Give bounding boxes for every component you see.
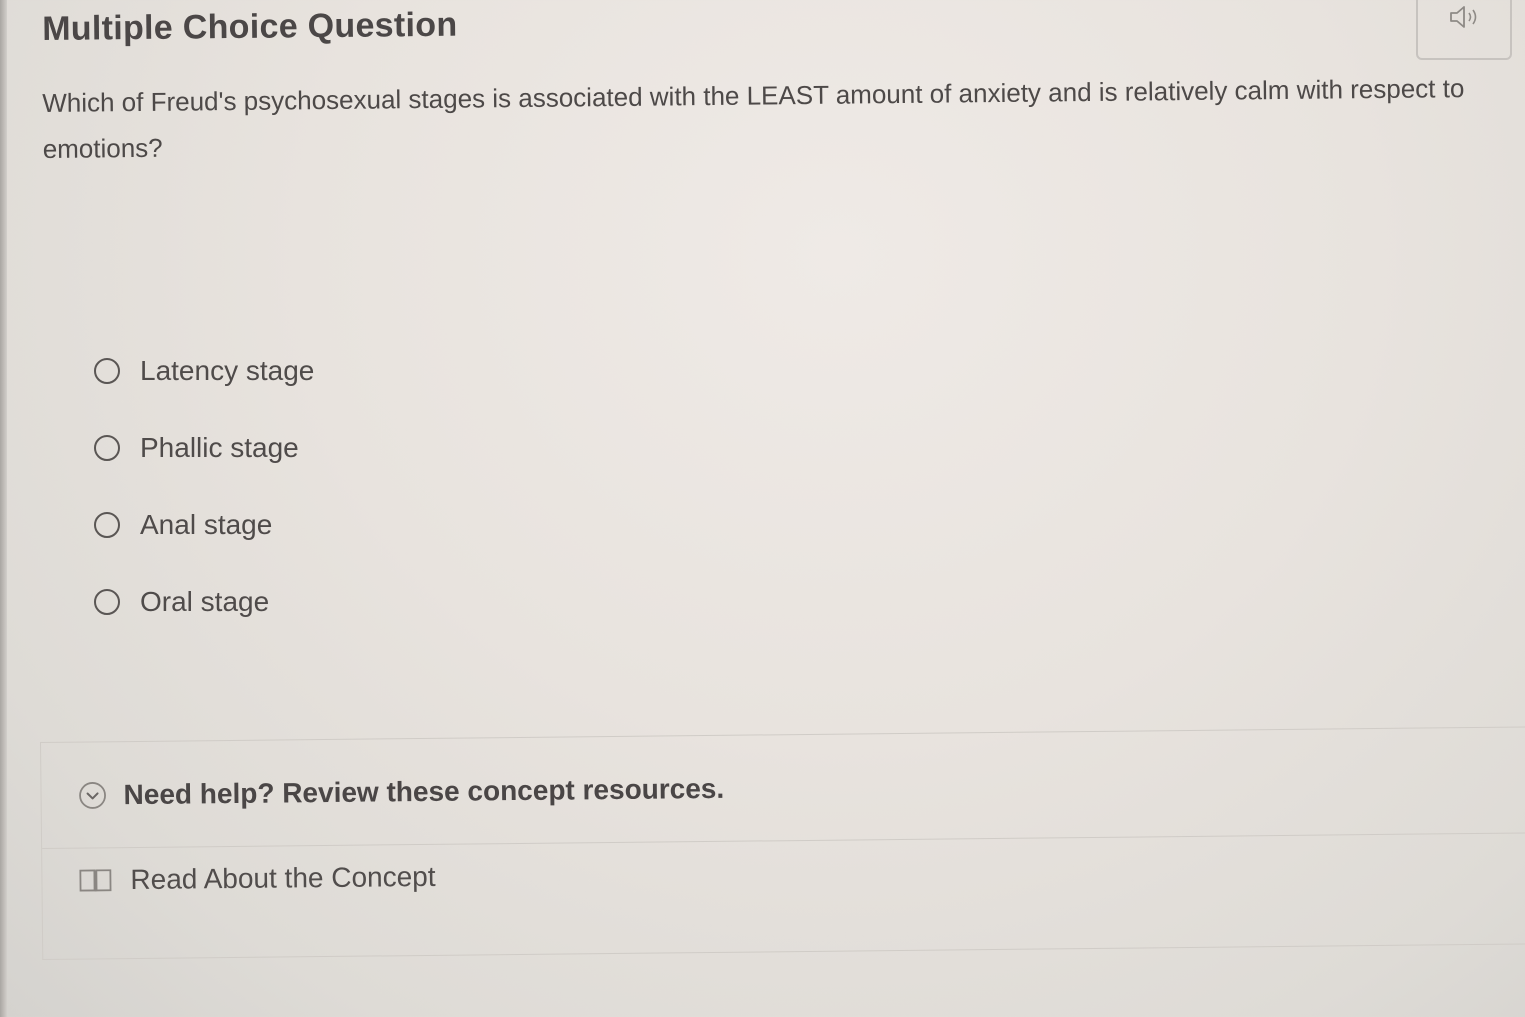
concept-resources-panel: Need help? Review these concept resource… <box>40 726 1525 960</box>
concept-resources-title: Need help? Review these concept resource… <box>123 772 725 810</box>
radio-button[interactable] <box>94 434 120 461</box>
option-oral-stage[interactable]: Oral stage <box>94 563 314 640</box>
resource-label: Read About the Concept <box>130 860 436 896</box>
question-text: Which of Freud's psychosexual stages is … <box>42 73 1465 164</box>
radio-button[interactable] <box>94 511 120 538</box>
option-anal-stage[interactable]: Anal stage <box>94 486 314 563</box>
option-label: Phallic stage <box>140 431 299 463</box>
concept-resources-toggle[interactable]: Need help? Review these concept resource… <box>41 727 1525 849</box>
option-phallic-stage[interactable]: Phallic stage <box>94 409 314 486</box>
read-about-concept-link[interactable]: Read About the Concept <box>78 860 436 897</box>
radio-button[interactable] <box>94 588 120 615</box>
answer-options: Latency stage Phallic stage Anal stage O… <box>94 332 314 640</box>
page-title: Multiple Choice Question <box>42 5 458 48</box>
radio-button[interactable] <box>94 357 120 384</box>
chevron-down-circle-icon <box>79 781 106 809</box>
option-label: Oral stage <box>140 585 270 617</box>
option-label: Anal stage <box>140 508 273 540</box>
option-latency-stage[interactable]: Latency stage <box>94 332 314 409</box>
option-label: Latency stage <box>140 354 315 386</box>
read-aloud-button[interactable] <box>1416 0 1512 60</box>
speaker-icon <box>1450 6 1477 28</box>
window-edge <box>0 0 7 1017</box>
book-icon <box>79 869 112 892</box>
